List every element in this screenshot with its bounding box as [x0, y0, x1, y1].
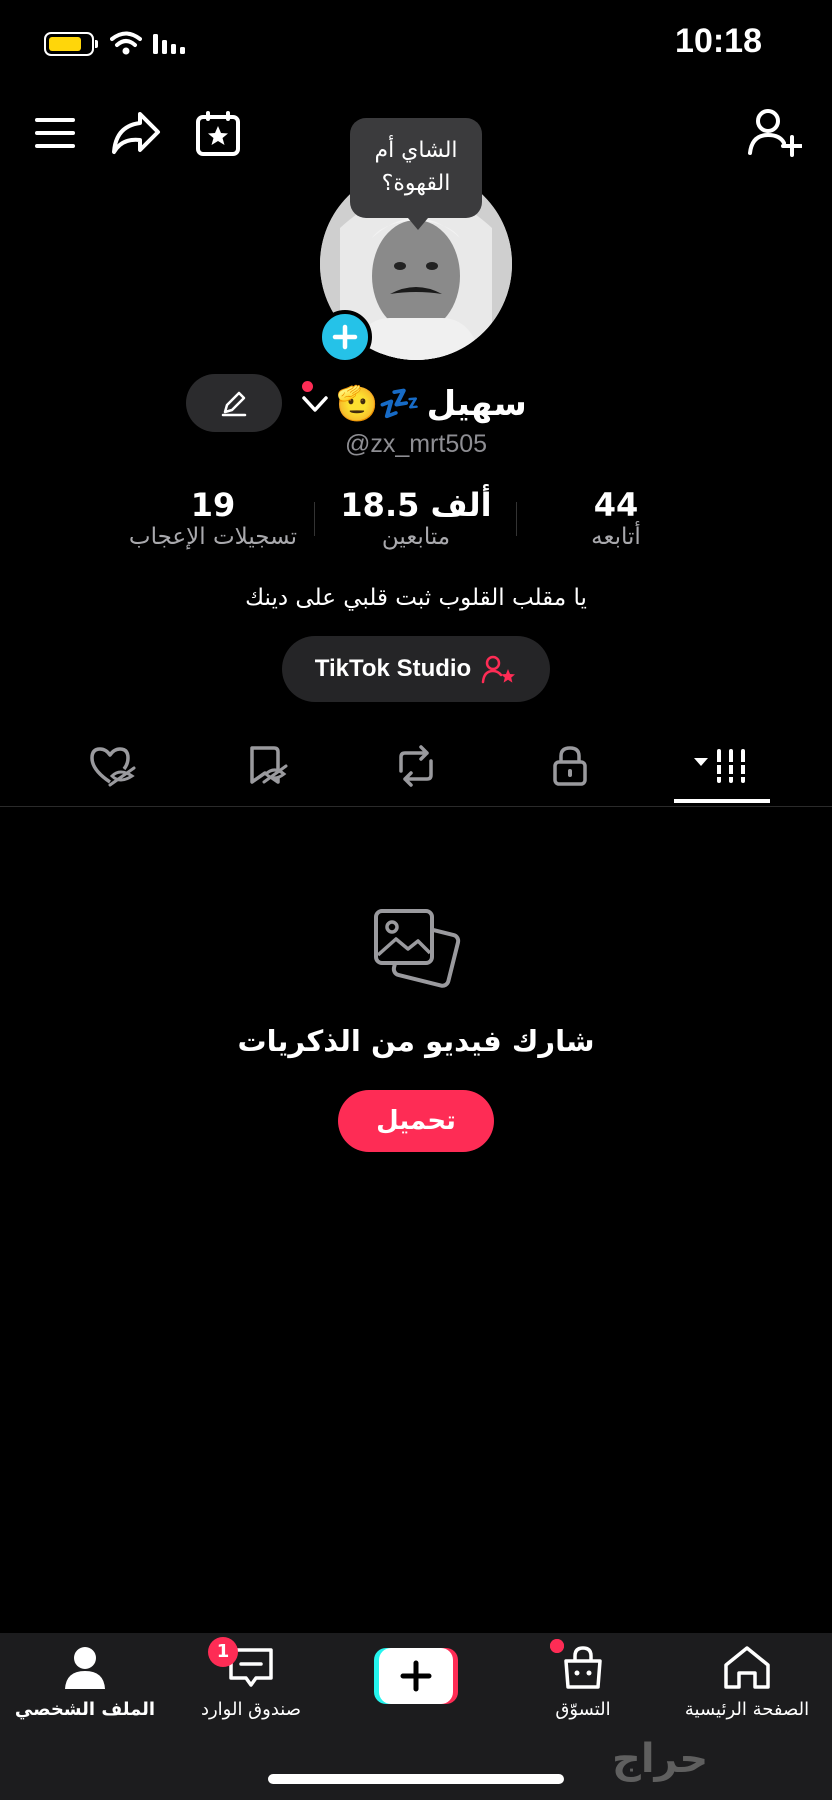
create-plus-icon — [374, 1648, 458, 1704]
profile-icon — [65, 1647, 105, 1689]
chevron-down-icon — [302, 396, 328, 412]
status-bar: 10:18 — [0, 0, 832, 90]
tooltip-line-2: القهوة؟ — [381, 171, 451, 196]
creator-star-icon — [481, 655, 516, 684]
tooltip-line-1: الشاي أم — [374, 138, 458, 163]
nav-shop-label: التسوّق — [555, 1699, 611, 1720]
content-tabs — [0, 730, 832, 807]
videos-grid-icon — [694, 749, 749, 783]
likes-count: 19 — [190, 486, 236, 524]
upload-button[interactable]: تحميل — [338, 1090, 494, 1152]
shop-dot — [550, 1639, 564, 1653]
calendar-star-icon[interactable] — [192, 106, 244, 160]
home-indicator — [268, 1774, 564, 1784]
followers-count: 18.5 ألف — [340, 486, 492, 524]
wifi-icon — [110, 31, 142, 55]
hamburger-icon[interactable] — [30, 108, 80, 158]
tab-favorites[interactable] — [226, 730, 306, 802]
battery-icon — [44, 32, 98, 56]
edit-profile-button[interactable] — [186, 374, 282, 432]
username-handle: @zx_mrt505 — [344, 430, 488, 458]
plus-icon — [332, 324, 358, 350]
create-button[interactable] — [374, 1648, 458, 1704]
name-emoji: 🫡💤 — [336, 384, 421, 424]
pencil-icon — [221, 391, 247, 417]
share-arrow-icon[interactable] — [108, 106, 164, 160]
tooltip-bubble[interactable]: الشاي أم القهوة؟ — [350, 118, 482, 230]
nav-shop[interactable]: التسوّق — [498, 1645, 668, 1720]
home-icon — [724, 1646, 770, 1689]
likes-label: تسجيلات الإعجاب — [128, 524, 298, 550]
liked-hidden-icon — [90, 747, 136, 787]
empty-state-title: شارك فيديو من الذكريات — [237, 1024, 595, 1058]
photos-icon — [370, 905, 464, 999]
tab-private[interactable] — [530, 730, 610, 802]
add-user-icon[interactable] — [746, 106, 804, 158]
repost-icon — [399, 745, 433, 787]
followers-stat[interactable]: 18.5 ألف متابعين — [328, 486, 504, 550]
tiktok-studio-button[interactable]: TikTok Studio — [282, 636, 550, 702]
studio-label: TikTok Studio — [314, 655, 472, 682]
lock-icon — [553, 746, 587, 786]
likes-stat[interactable]: 19 تسجيلات الإعجاب — [110, 486, 316, 550]
followers-label: متابعين — [381, 524, 451, 550]
signal-icon — [153, 34, 185, 54]
nav-inbox[interactable]: صندوق الوارد — [166, 1645, 336, 1720]
shopping-bag-icon — [564, 1646, 602, 1689]
tab-reposts[interactable] — [376, 730, 456, 802]
haraj-watermark: حراج — [612, 1736, 709, 1782]
active-tab-indicator — [674, 799, 770, 803]
display-name: سهيل — [426, 384, 527, 424]
nav-home-label: الصفحة الرئيسية — [684, 1699, 810, 1720]
add-story-button[interactable] — [318, 310, 372, 364]
account-switcher[interactable]: 🫡💤 سهيل — [300, 376, 560, 432]
inbox-badge: 1 — [208, 1637, 238, 1667]
clock: 10:18 — [675, 22, 762, 60]
nav-home[interactable]: الصفحة الرئيسية — [662, 1645, 832, 1720]
tab-liked[interactable] — [72, 730, 152, 802]
following-count: 44 — [593, 486, 639, 524]
following-stat[interactable]: 44 أتابعه — [560, 486, 672, 550]
following-label: أتابعه — [591, 524, 641, 550]
stat-divider — [516, 502, 517, 536]
tab-videos[interactable] — [682, 730, 762, 802]
nav-profile-label: الملف الشخصي — [14, 1699, 156, 1720]
profile-bio: يا مقلب القلوب ثبت قلبي على دينك — [245, 585, 587, 611]
nav-inbox-label: صندوق الوارد — [200, 1699, 302, 1720]
bookmark-hidden-icon — [250, 746, 288, 784]
nav-profile[interactable]: الملف الشخصي — [0, 1645, 170, 1720]
